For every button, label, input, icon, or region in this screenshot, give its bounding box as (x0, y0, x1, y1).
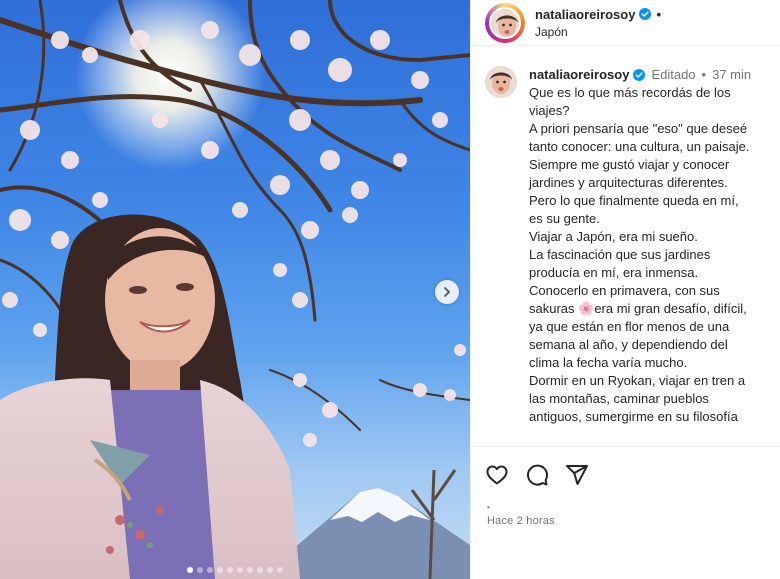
caption-line: Dormir en un Ryokan, viajar en tren a (529, 373, 746, 388)
chevron-right-icon (444, 287, 450, 297)
caption-line: sakuras 🌸era mi gran desafío, difícil, (529, 300, 757, 318)
share-icon (566, 465, 588, 485)
post-photo[interactable] (0, 0, 470, 579)
caption-line: es su gente. (529, 211, 600, 226)
caption-fragment: era mi gran desafío, difícil, (594, 301, 747, 316)
carousel-next-button[interactable] (435, 280, 459, 304)
carousel-dot (277, 567, 283, 573)
verified-badge-icon (639, 8, 652, 20)
post-timestamp[interactable]: Hace 2 horas (487, 515, 780, 527)
caption-line: Pero lo que finalmente queda en mí, (529, 193, 739, 208)
bottom-spacer (471, 527, 780, 579)
caption-section: nataliaoreirosoy Editado • 37 min Que es… (471, 46, 780, 447)
caption-line: clima la fecha varía mucho. (529, 355, 688, 370)
caption-line: producía en mí, era inmensa. (529, 265, 699, 280)
header-text: nataliaoreirosoy • Japón (535, 7, 661, 39)
timestamp-area: • Hace 2 horas (471, 503, 780, 527)
caption-line: Viajar a Japón, era mi sueño. (529, 229, 698, 244)
caption-line: antiguos, sumergirme en su filosofía (529, 409, 738, 424)
comment-icon (527, 464, 549, 486)
cherry-blossom-emoji-icon: 🌸 (578, 301, 595, 316)
caption-line: Conocerlo en primavera, con sus (529, 283, 720, 298)
caption-username[interactable]: nataliaoreirosoy (529, 66, 629, 84)
carousel-dot (217, 567, 223, 573)
post-header: nataliaoreirosoy • Japón (471, 0, 780, 46)
sun-glare (75, 0, 265, 170)
caption-line: Que es lo que más recordás de los (529, 85, 731, 100)
caption-lines: ya que están en flor menos de una semana … (529, 318, 757, 426)
caption-fragment: sakuras (529, 301, 579, 316)
caption-text: nataliaoreirosoy Editado • 37 min Que es… (529, 66, 757, 446)
edited-label: Editado (651, 67, 696, 82)
caption-line: ya que están en flor menos de una (529, 319, 730, 334)
carousel-dot (247, 567, 253, 573)
caption-line: Siempre me gustó viajar y conocer (529, 157, 730, 172)
like-button[interactable] (485, 463, 509, 487)
carousel-dot (227, 567, 233, 573)
carousel-dot (197, 567, 203, 573)
caption-line: semana al año, y dependiendo del (529, 337, 728, 352)
caption-line: A priori pensaría que "eso" que deseé (529, 121, 748, 136)
carousel-dot (237, 567, 243, 573)
caption-avatar[interactable] (485, 66, 517, 98)
carousel-dot (257, 567, 263, 573)
header-separator: • (656, 6, 661, 22)
post-side-panel: nataliaoreirosoy • Japón nataliaoreiroso… (470, 0, 780, 579)
caption-line: jardines y arquitecturas diferentes. (529, 175, 728, 190)
heart-icon (486, 465, 508, 485)
caption-line: La fascinación que sus jardines (529, 247, 711, 262)
carousel-dot (187, 567, 193, 573)
story-ring[interactable] (485, 2, 525, 43)
carousel-dot (267, 567, 273, 573)
post-location[interactable]: Japón (535, 25, 661, 39)
caption-line: tanto conocer: una cultura, un paisaje. (529, 139, 750, 154)
share-button[interactable] (565, 463, 589, 487)
carousel-dot (207, 567, 213, 573)
caption-line: las montañas, caminar pueblos (529, 391, 709, 406)
caption-line: viajes? (529, 103, 570, 118)
avatar[interactable] (489, 6, 521, 39)
verified-badge-icon (633, 69, 646, 81)
action-bar (471, 447, 780, 503)
caption-age: 37 min (712, 67, 752, 82)
instagram-post: nataliaoreirosoy • Japón nataliaoreiroso… (0, 0, 780, 579)
timestamp-dot: • (487, 503, 490, 512)
header-username[interactable]: nataliaoreirosoy (535, 7, 635, 22)
meta-separator: • (701, 67, 707, 82)
photo-scene (0, 0, 470, 579)
caption-lines: Que es lo que más recordás de los viajes?… (529, 84, 757, 300)
comment-button[interactable] (525, 463, 549, 487)
carousel-dots (0, 567, 470, 573)
